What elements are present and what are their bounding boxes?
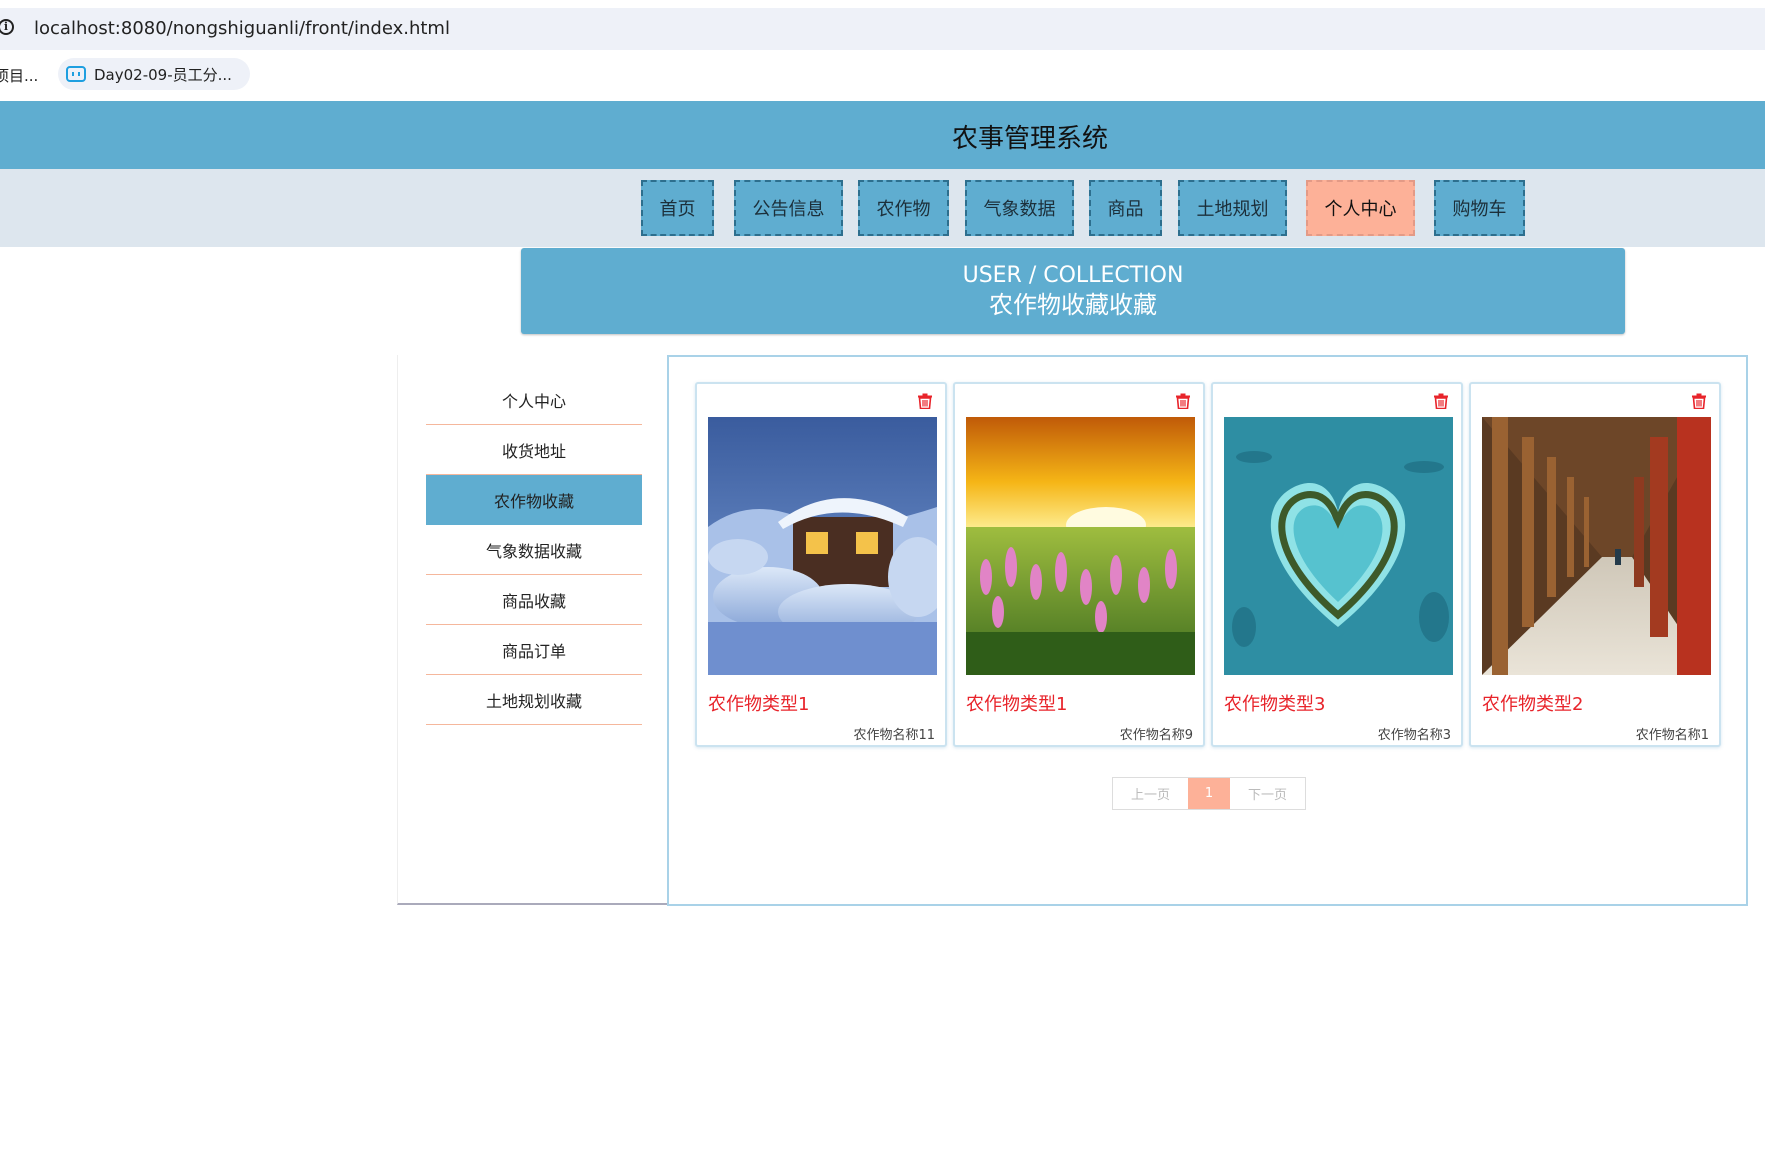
crop-image-temple-corridor[interactable] (1482, 417, 1711, 675)
sidebar-item-weather-collection[interactable]: 气象数据收藏 (426, 525, 642, 575)
crop-image-snow-village[interactable] (708, 417, 937, 675)
collection-card[interactable]: 农作物类型1 农作物名称11 (695, 382, 947, 747)
crop-type: 农作物类型1 (966, 694, 1068, 715)
sidebar-item-user-center[interactable]: 个人中心 (426, 375, 642, 425)
sidebar-item-land-collection[interactable]: 土地规划收藏 (426, 675, 642, 725)
sidebar-item-crop-collection[interactable]: 农作物收藏 (426, 475, 642, 525)
user-sidebar: 个人中心 收货地址 农作物收藏 气象数据收藏 商品收藏 商品订单 土地规划收藏 (397, 355, 668, 905)
trash-icon[interactable] (1175, 393, 1191, 409)
sidebar-item-goods-collection[interactable]: 商品收藏 (426, 575, 642, 625)
banner-title: 农作物收藏收藏 (989, 291, 1157, 319)
bookmark-item[interactable]: Day02-09-员工分... (58, 58, 250, 90)
crop-type: 农作物类型3 (1224, 694, 1326, 715)
sidebar-item-address[interactable]: 收货地址 (426, 425, 642, 475)
nav-item-home[interactable]: 首页 (641, 180, 714, 236)
crop-name: 农作物名称1 (1635, 728, 1709, 743)
nav-item-notice[interactable]: 公告信息 (734, 180, 843, 236)
nav-item-land-planning[interactable]: 土地规划 (1178, 180, 1287, 236)
banner-subtitle: USER / COLLECTION (962, 263, 1184, 288)
pagination: 上一页 1 下一页 (1112, 777, 1306, 810)
bookmark-item[interactable]: 项目... (0, 65, 38, 86)
nav-item-crops[interactable]: 农作物 (858, 180, 949, 236)
page-number-button[interactable]: 1 (1188, 778, 1230, 809)
collection-card[interactable]: 农作物类型2 农作物名称1 (1469, 382, 1721, 747)
page-banner: USER / COLLECTION 农作物收藏收藏 (521, 248, 1625, 334)
bookmarks-bar: 项目... Day02-09-员工分... (0, 55, 1765, 95)
nav-item-goods[interactable]: 商品 (1089, 180, 1162, 236)
next-page-button[interactable]: 下一页 (1230, 778, 1305, 809)
prev-page-button[interactable]: 上一页 (1113, 778, 1188, 809)
address-bar[interactable]: i localhost:8080/nongshiguanli/front/ind… (0, 8, 1765, 50)
crop-image-heart-island[interactable] (1224, 417, 1453, 675)
crop-type: 农作物类型2 (1482, 694, 1584, 715)
site-info-icon[interactable]: i (0, 19, 14, 35)
collection-panel: 农作物类型1 农作物名称11 农作物类型1 农作物名称9 农作物类型3 农作物名… (667, 355, 1748, 906)
collection-card[interactable]: 农作物类型1 农作物名称9 (953, 382, 1205, 747)
crop-name: 农作物名称11 (853, 728, 935, 743)
nav-item-cart[interactable]: 购物车 (1434, 180, 1525, 236)
address-url[interactable]: localhost:8080/nongshiguanli/front/index… (34, 18, 450, 39)
sidebar-item-goods-orders[interactable]: 商品订单 (426, 625, 642, 675)
collection-card[interactable]: 农作物类型3 农作物名称3 (1211, 382, 1463, 747)
trash-icon[interactable] (1691, 393, 1707, 409)
main-nav: 首页 公告信息 农作物 气象数据 商品 土地规划 个人中心 购物车 (0, 169, 1765, 247)
site-header: 农事管理系统 (0, 101, 1765, 169)
nav-item-weather[interactable]: 气象数据 (965, 180, 1074, 236)
crop-name: 农作物名称9 (1119, 728, 1193, 743)
crop-type: 农作物类型1 (708, 694, 810, 715)
site-title: 农事管理系统 (951, 124, 1108, 154)
trash-icon[interactable] (917, 393, 933, 409)
nav-item-user-center[interactable]: 个人中心 (1306, 180, 1415, 236)
crop-image-sunset-field[interactable] (966, 417, 1195, 675)
crop-name: 农作物名称3 (1377, 728, 1451, 743)
bilibili-tv-icon (66, 66, 86, 82)
trash-icon[interactable] (1433, 393, 1449, 409)
bookmark-label: Day02-09-员工分... (94, 65, 232, 84)
